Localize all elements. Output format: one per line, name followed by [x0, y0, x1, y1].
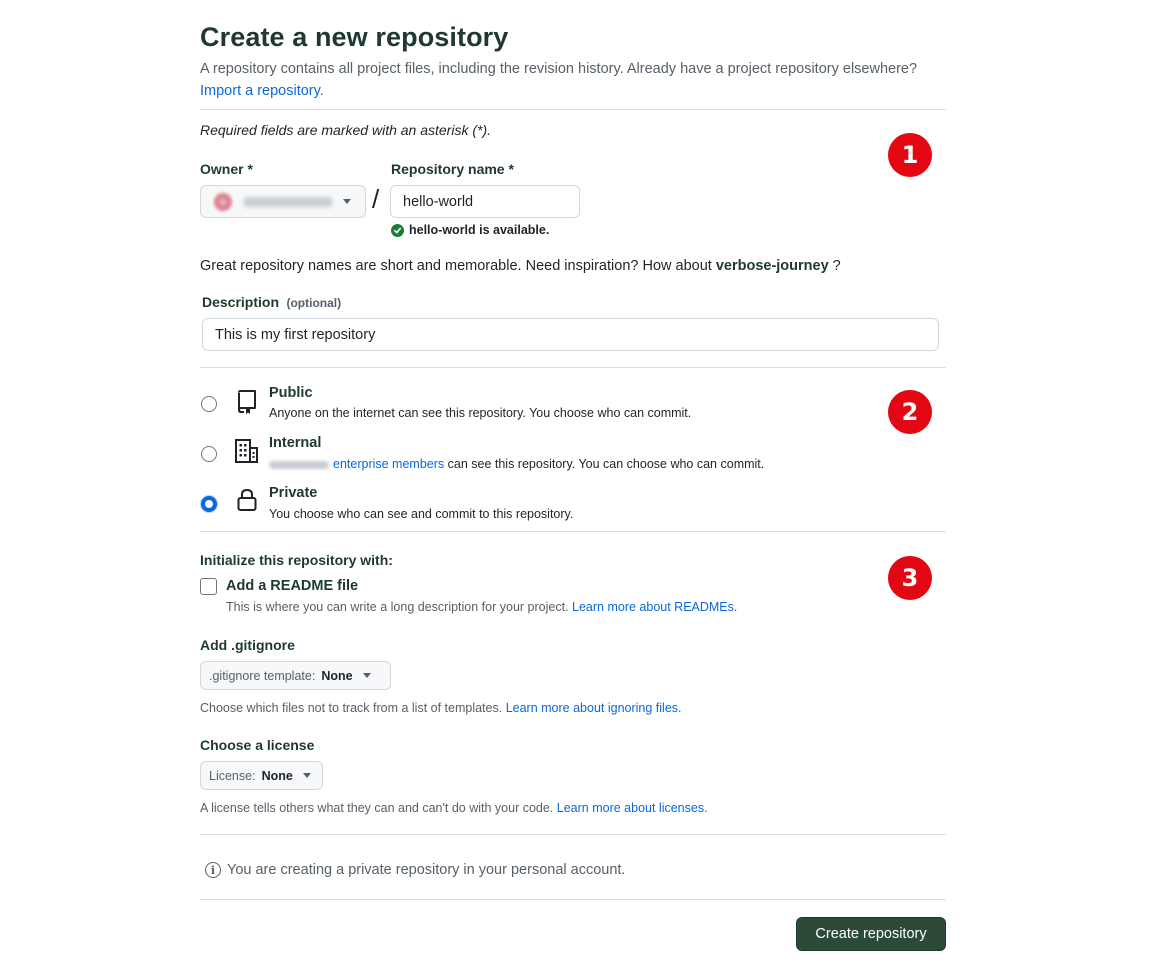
- gitignore-desc-text: Choose which files not to track from a l…: [200, 701, 503, 715]
- owner-name-redacted: [243, 196, 333, 207]
- private-repo-note: i You are creating a private repository …: [205, 862, 625, 878]
- import-repository-link[interactable]: Import a repository.: [200, 83, 324, 99]
- check-circle-icon: [391, 223, 404, 237]
- org-name-redacted: [269, 460, 329, 469]
- suggestion-text: Great repository names are short and mem…: [200, 258, 712, 274]
- readme-description: This is where you can write a long descr…: [226, 600, 737, 614]
- organization-icon: [234, 438, 260, 464]
- divider: [200, 531, 946, 532]
- initialize-heading: Initialize this repository with:: [200, 552, 393, 568]
- name-suggestion: Great repository names are short and mem…: [200, 258, 841, 274]
- create-repository-button[interactable]: Create repository: [796, 917, 946, 951]
- internal-desc-text: can see this repository. You can choose …: [444, 457, 765, 471]
- readme-checkbox[interactable]: [200, 578, 217, 595]
- license-learn-more-link[interactable]: Learn more about licenses.: [557, 801, 708, 815]
- license-select-value: None: [261, 768, 293, 783]
- visibility-internal-radio[interactable]: [201, 446, 217, 462]
- description-label-group: Description (optional): [202, 294, 341, 312]
- suggestion-end: ?: [828, 258, 841, 274]
- repository-name-input[interactable]: hello-world: [390, 185, 580, 218]
- lock-icon: [236, 487, 262, 513]
- description-input[interactable]: This is my first repository: [202, 318, 939, 351]
- owner-repo-separator: /: [372, 184, 380, 214]
- gitignore-heading: Add .gitignore: [200, 637, 295, 653]
- license-desc-text: A license tells others what they can and…: [200, 801, 554, 815]
- gitignore-learn-more-link[interactable]: Learn more about ignoring files.: [506, 701, 682, 715]
- divider: [200, 899, 946, 900]
- divider: [200, 834, 946, 835]
- visibility-internal-title: Internal: [269, 435, 322, 451]
- private-repo-note-text: You are creating a private repository in…: [227, 862, 626, 878]
- optional-tag: (optional): [286, 296, 342, 310]
- divider: [200, 109, 946, 110]
- step-badge-2: 2: [888, 390, 932, 434]
- readme-desc-text: This is where you can write a long descr…: [226, 600, 569, 614]
- owner-avatar: [213, 191, 233, 212]
- repo-icon: [235, 389, 261, 415]
- intro-text: A repository contains all project files,…: [200, 61, 918, 77]
- gitignore-template-select[interactable]: .gitignore template: None: [200, 661, 391, 690]
- gitignore-description: Choose which files not to track from a l…: [200, 701, 682, 715]
- gitignore-select-value: None: [321, 668, 353, 683]
- page-title: Create a new repository: [200, 22, 509, 52]
- availability-message: hello-world is available.: [391, 223, 549, 237]
- divider: [200, 367, 946, 368]
- chevron-down-icon: [362, 673, 371, 678]
- availability-text: hello-world is available.: [409, 223, 550, 237]
- readme-learn-more-link[interactable]: Learn more about READMEs.: [572, 600, 737, 614]
- owner-label: Owner *: [200, 161, 253, 177]
- owner-select[interactable]: [200, 185, 366, 218]
- required-fields-note: Required fields are marked with an aster…: [200, 122, 492, 138]
- page-intro: A repository contains all project files,…: [200, 58, 920, 102]
- visibility-public-desc: Anyone on the internet can see this repo…: [269, 406, 692, 420]
- visibility-public-radio[interactable]: [201, 396, 217, 412]
- license-select-prefix: License:: [209, 768, 256, 783]
- license-description: A license tells others what they can and…: [200, 801, 708, 815]
- enterprise-members-link[interactable]: enterprise members: [333, 457, 444, 471]
- license-select[interactable]: License: None: [200, 761, 323, 790]
- chevron-down-icon: [343, 199, 351, 204]
- repository-name-label: Repository name *: [391, 161, 514, 177]
- info-icon: i: [205, 862, 221, 878]
- visibility-internal-desc: enterprise members can see this reposito…: [269, 457, 764, 471]
- visibility-private-desc: You choose who can see and commit to thi…: [269, 507, 574, 521]
- readme-label[interactable]: Add a README file: [226, 578, 358, 594]
- visibility-private-radio[interactable]: [201, 496, 217, 512]
- suggested-name[interactable]: verbose-journey: [716, 258, 829, 274]
- chevron-down-icon: [302, 773, 311, 778]
- visibility-public-title: Public: [269, 385, 313, 401]
- step-badge-1: 1: [888, 133, 932, 177]
- license-heading: Choose a license: [200, 737, 315, 753]
- description-label: Description: [202, 294, 280, 310]
- gitignore-select-prefix: .gitignore template:: [209, 668, 316, 683]
- visibility-private-title: Private: [269, 485, 318, 501]
- step-badge-3: 3: [888, 556, 932, 600]
